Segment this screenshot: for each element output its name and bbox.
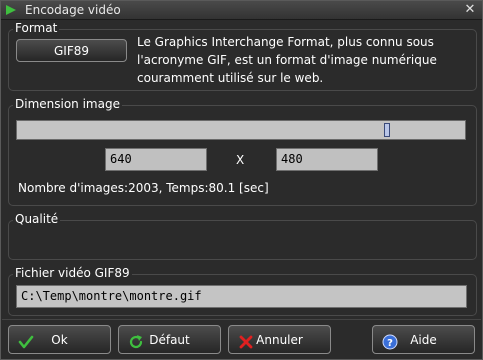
window-title: Encodage vidéo — [25, 3, 121, 17]
quality-group — [8, 220, 477, 260]
format-description: Le Graphics Interchange Format, plus con… — [137, 35, 437, 85]
output-file-group-label: Fichier vidéo GIF89 — [13, 266, 132, 280]
encoding-dialog: Encodage vidéo ✕ Format GIF89 Le Graphic… — [0, 0, 483, 360]
format-select-button[interactable]: GIF89 — [16, 39, 127, 62]
output-path-input[interactable]: C:\Temp\montre\montre.gif — [16, 285, 467, 308]
format-group-label: Format — [13, 21, 60, 35]
quality-group-label: Qualité — [13, 212, 61, 226]
height-input[interactable]: 480 — [276, 148, 378, 171]
button-bar-divider — [2, 319, 481, 320]
cancel-button[interactable]: Annuler — [228, 325, 331, 354]
ok-button-label: Ok — [51, 332, 68, 347]
frame-info-text: Nombre d'images:2003, Temps:80.1 [sec] — [18, 181, 269, 195]
help-button-label: Aide — [410, 332, 437, 347]
dimension-slider-thumb[interactable] — [384, 123, 390, 137]
cancel-button-label: Annuler — [256, 332, 303, 347]
video-encode-icon — [5, 4, 17, 16]
dimension-slider[interactable] — [16, 120, 466, 140]
width-input[interactable]: 640 — [105, 148, 207, 171]
dimension-separator: X — [236, 153, 245, 167]
title-bar[interactable]: Encodage vidéo ✕ — [1, 1, 482, 20]
dimension-group-label: Dimension image — [13, 97, 122, 111]
help-button[interactable]: ? Aide — [372, 325, 475, 354]
format-button-label: GIF89 — [53, 43, 89, 58]
ok-button[interactable]: Ok — [8, 325, 111, 354]
default-button[interactable]: Défaut — [118, 325, 221, 354]
default-button-label: Défaut — [149, 332, 190, 347]
close-icon[interactable]: ✕ — [463, 3, 477, 17]
